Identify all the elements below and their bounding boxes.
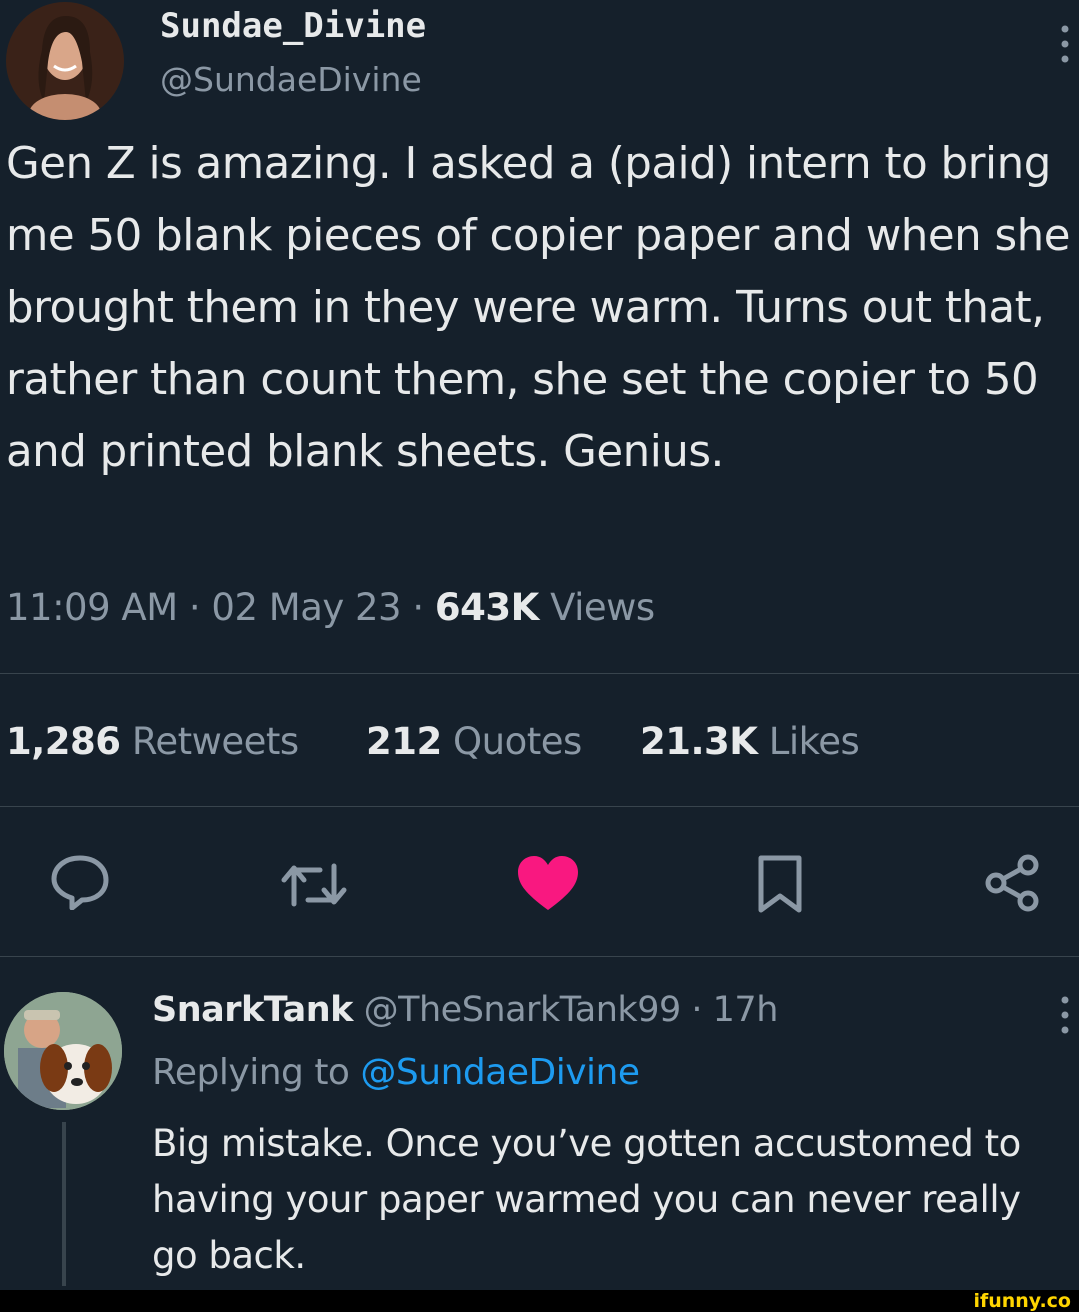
retweets-label: Retweets <box>131 720 299 763</box>
watermark: ifunny.co <box>973 1290 1071 1312</box>
divider <box>0 806 1079 807</box>
bookmark-icon[interactable] <box>755 854 805 914</box>
reply-header: SnarkTank @TheSnarkTank99 · 17h <box>152 990 778 1030</box>
reply-icon[interactable] <box>50 852 110 910</box>
replying-to: Replying to @SundaeDivine <box>152 1052 640 1093</box>
tweet-date[interactable]: 02 May 23 <box>211 586 401 629</box>
quotes-label: Quotes <box>453 720 582 763</box>
retweets-count: 1,286 <box>6 720 121 763</box>
tweet-meta: 11:09 AM · 02 May 23 · 643K Views <box>6 586 655 629</box>
reply-separator: · <box>691 990 703 1030</box>
replying-to-label: Replying to <box>152 1052 350 1093</box>
author-avatar[interactable] <box>6 2 124 120</box>
reply-author-avatar[interactable] <box>4 992 122 1110</box>
reply-text: Big mistake. Once you’ve gotten accustom… <box>152 1122 1021 1277</box>
reply-handle[interactable]: @TheSnarkTank99 <box>364 990 682 1030</box>
views-count: 643K <box>434 586 539 629</box>
quotes-count: 212 <box>366 720 442 763</box>
share-icon[interactable] <box>982 852 1044 914</box>
tweet-text: Gen Z is amazing. I asked a (paid) inter… <box>6 139 1071 477</box>
stat-likes[interactable]: 21.3K Likes <box>640 720 860 763</box>
views-label: Views <box>550 586 655 629</box>
author-display-name[interactable]: Sundae_Divine <box>160 6 426 46</box>
divider <box>0 673 1079 674</box>
meta-separator: · <box>188 586 201 629</box>
replying-to-handle[interactable]: @SundaeDivine <box>360 1052 640 1093</box>
likes-label: Likes <box>768 720 860 763</box>
reply-age[interactable]: 17h <box>713 990 779 1030</box>
reply-thread-line <box>62 1122 66 1286</box>
reply-more-options-icon[interactable] <box>1058 995 1072 1035</box>
divider <box>0 956 1079 957</box>
meta-separator: · <box>412 586 424 629</box>
tweet-time[interactable]: 11:09 AM <box>6 586 178 629</box>
retweet-icon[interactable] <box>278 858 350 912</box>
watermark-bar <box>0 1290 1079 1312</box>
like-icon[interactable] <box>516 854 580 912</box>
stat-quotes[interactable]: 212 Quotes <box>366 720 582 763</box>
more-options-icon[interactable] <box>1058 24 1072 64</box>
reply-display-name[interactable]: SnarkTank <box>152 990 353 1030</box>
author-handle[interactable]: @SundaeDivine <box>160 60 422 99</box>
stat-retweets[interactable]: 1,286 Retweets <box>6 720 299 763</box>
likes-count: 21.3K <box>640 720 758 763</box>
